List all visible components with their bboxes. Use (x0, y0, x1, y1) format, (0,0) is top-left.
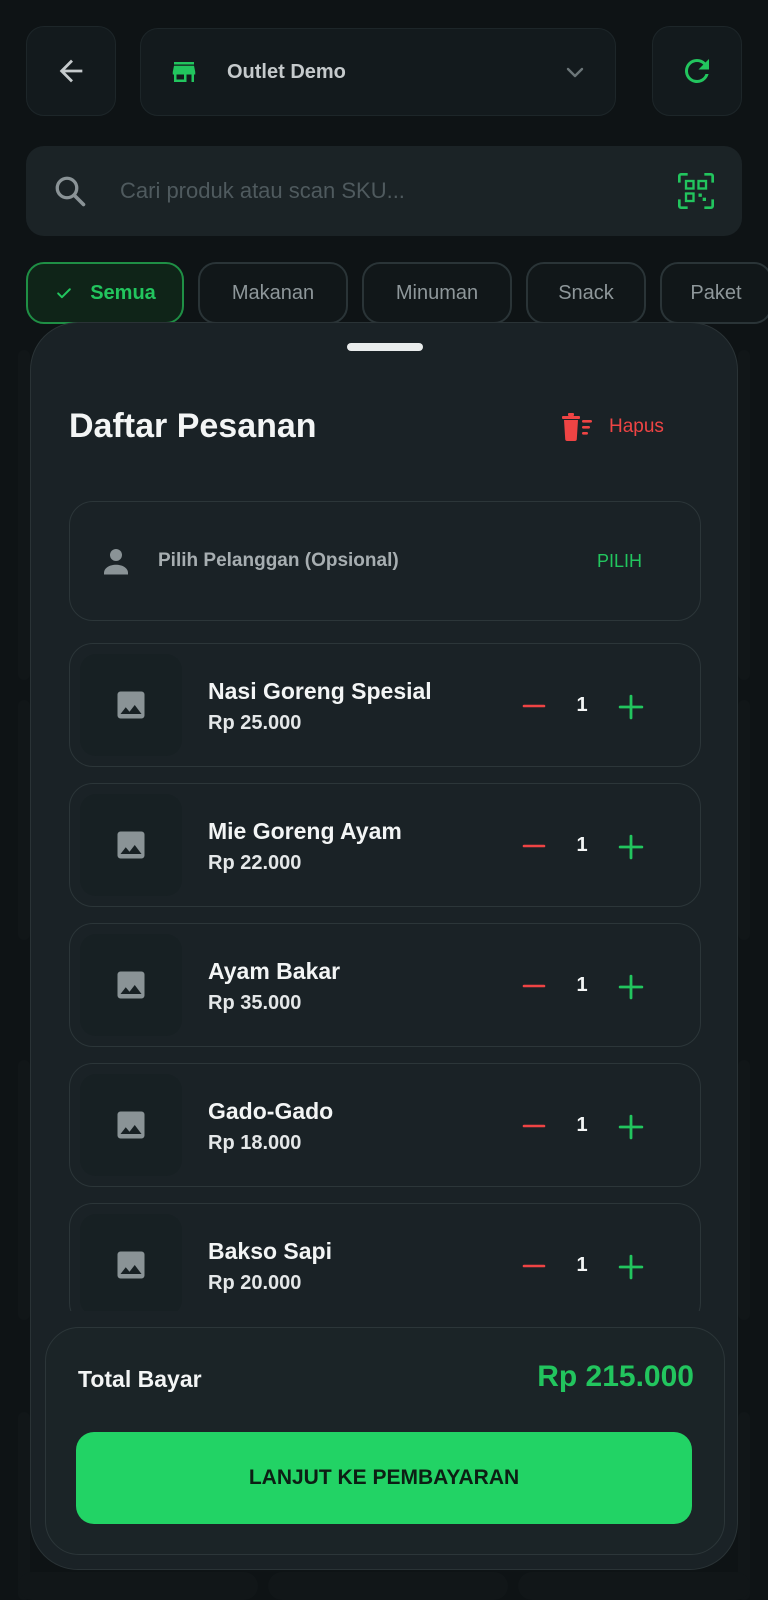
item-price: Rp 25.000 (208, 712, 302, 734)
refresh-icon (679, 53, 715, 89)
background-card (18, 1572, 258, 1600)
customer-label: Pilih Pelanggan (Opsional) (158, 550, 399, 571)
plus-icon[interactable] (618, 1114, 644, 1140)
category-label: Snack (558, 281, 614, 304)
minus-icon[interactable] (522, 1114, 546, 1138)
minus-icon[interactable] (522, 1254, 546, 1278)
outlet-selector[interactable]: Outlet Demo (140, 28, 616, 116)
category-chip-makanan[interactable]: Makanan (198, 262, 348, 324)
customer-selector[interactable]: Pilih Pelanggan (Opsional) PILIH (69, 501, 701, 621)
image-placeholder-icon (113, 1107, 149, 1143)
search-bar (26, 146, 742, 236)
item-price: Rp 18.000 (208, 1132, 302, 1154)
background-card (18, 350, 30, 680)
item-quantity: 1 (576, 974, 588, 996)
person-icon (98, 543, 134, 579)
checkout-footer: Total Bayar Rp 215.000 LANJUT KE PEMBAYA… (45, 1327, 725, 1555)
plus-icon[interactable] (618, 694, 644, 720)
item-price: Rp 22.000 (208, 852, 302, 874)
item-quantity: 1 (576, 1114, 588, 1136)
plus-icon[interactable] (618, 974, 644, 1000)
item-name: Nasi Goreng Spesial (208, 678, 432, 704)
image-placeholder-icon (113, 1247, 149, 1283)
clear-cart-label: Hapus (609, 416, 664, 437)
chevron-down-icon (563, 60, 587, 84)
product-thumbnail (80, 654, 182, 756)
total-label: Total Bayar (78, 1366, 202, 1392)
back-arrow-icon (54, 54, 88, 88)
top-bar: Outlet Demo (26, 26, 742, 116)
cart-items-list: Nasi Goreng Spesial Rp 25.000 1 Mie Gore… (69, 643, 701, 1311)
refresh-button[interactable] (652, 26, 742, 116)
minus-icon[interactable] (522, 974, 546, 998)
minus-icon[interactable] (522, 834, 546, 858)
search-input[interactable] (120, 178, 676, 204)
item-name: Ayam Bakar (208, 958, 341, 984)
background-card (738, 350, 750, 680)
item-quantity: 1 (576, 694, 588, 716)
category-chip-minuman[interactable]: Minuman (362, 262, 512, 324)
category-chip-semua[interactable]: Semua (26, 262, 184, 324)
category-chip-paket[interactable]: Paket (660, 262, 768, 324)
proceed-to-payment-button[interactable]: LANJUT KE PEMBAYARAN (76, 1432, 692, 1524)
category-label: Paket (690, 281, 742, 304)
outlet-name: Outlet Demo (227, 60, 346, 83)
cart-item: Bakso Sapi Rp 20.000 1 (69, 1203, 701, 1311)
category-chip-snack[interactable]: Snack (526, 262, 646, 324)
background-card (18, 1060, 30, 1320)
category-filter: Semua Makanan Minuman Snack Paket (26, 262, 768, 324)
product-thumbnail (80, 1214, 182, 1311)
cart-item: Nasi Goreng Spesial Rp 25.000 1 (69, 643, 701, 767)
pick-customer-button[interactable]: PILIH (597, 551, 642, 572)
background-card (268, 1572, 508, 1600)
check-icon (54, 283, 74, 303)
minus-icon[interactable] (522, 694, 546, 718)
clear-cart-button[interactable]: Hapus (561, 413, 664, 441)
search-icon (52, 173, 88, 209)
cart-item: Ayam Bakar Rp 35.000 1 (69, 923, 701, 1047)
product-thumbnail (80, 794, 182, 896)
drag-handle[interactable] (347, 343, 423, 351)
background-card (18, 700, 30, 940)
cart-item: Gado-Gado Rp 18.000 1 (69, 1063, 701, 1187)
sheet-title: Daftar Pesanan (69, 407, 317, 445)
background-card (738, 1060, 750, 1320)
trash-icon (561, 413, 593, 441)
cart-item: Mie Goreng Ayam Rp 22.000 1 (69, 783, 701, 907)
background-card (518, 1572, 750, 1600)
item-name: Mie Goreng Ayam (208, 818, 402, 844)
item-quantity: 1 (576, 1254, 588, 1276)
plus-icon[interactable] (618, 1254, 644, 1280)
product-thumbnail (80, 1074, 182, 1176)
category-label: Semua (90, 281, 156, 304)
category-label: Makanan (231, 281, 315, 304)
background-card (738, 700, 750, 940)
image-placeholder-icon (113, 687, 149, 723)
cart-bottom-sheet: Daftar Pesanan Hapus Pilih Pelanggan (Op… (30, 322, 738, 1570)
total-value: Rp 215.000 (537, 1360, 694, 1393)
qr-scan-icon[interactable] (676, 171, 716, 211)
image-placeholder-icon (113, 967, 149, 1003)
product-thumbnail (80, 934, 182, 1036)
item-name: Gado-Gado (208, 1098, 334, 1124)
category-label: Minuman (395, 281, 479, 304)
item-name: Bakso Sapi (208, 1238, 332, 1264)
item-quantity: 1 (576, 834, 588, 856)
plus-icon[interactable] (618, 834, 644, 860)
image-placeholder-icon (113, 827, 149, 863)
item-price: Rp 20.000 (208, 1272, 302, 1294)
store-icon (169, 57, 199, 87)
item-price: Rp 35.000 (208, 992, 302, 1014)
back-button[interactable] (26, 26, 116, 116)
